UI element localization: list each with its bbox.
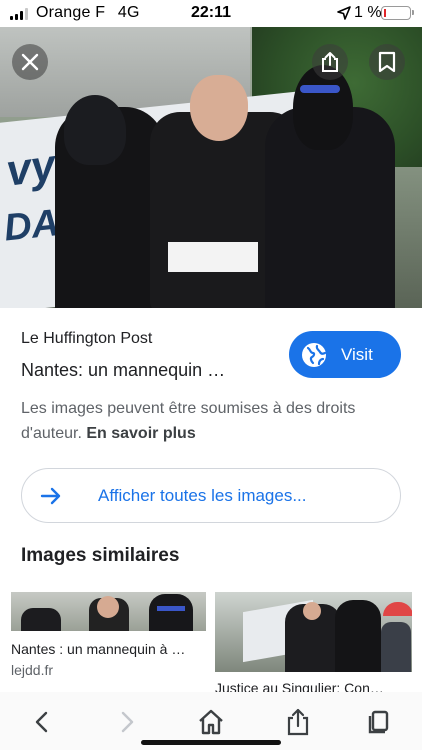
share-image-button[interactable] [312,44,348,80]
show-all-images-button[interactable]: Afficher toutes les images... [21,468,401,523]
globe-icon [302,342,327,367]
visit-button[interactable]: Visit [289,331,401,378]
home-indicator [141,740,281,745]
home-icon[interactable] [197,708,225,736]
similar-image-card[interactable]: Justice au Singulier: Con… [215,592,412,696]
share-icon [322,52,338,72]
show-all-images-label: Afficher toutes les images... [98,486,307,505]
status-bar: Orange F 4G 22:11 1 % [0,0,422,26]
forward-icon[interactable] [113,708,141,736]
close-button[interactable] [12,44,48,80]
copyright-notice: Les images peuvent être soumises à des d… [21,396,391,446]
result-title[interactable]: Nantes: un mannequin … [21,360,271,381]
similar-images-heading: Images similaires [21,545,180,566]
similar-image-thumbnail[interactable] [215,592,412,672]
battery-icon [381,6,414,20]
similar-image-thumbnail[interactable] [11,592,206,631]
similar-image-card[interactable]: Nantes : un mannequin à … lejdd.fr [11,592,206,678]
close-icon [21,53,39,71]
battery-percentage: 1 % [354,4,382,21]
learn-more-link[interactable]: En savoir plus [86,425,195,442]
arrow-right-icon [40,487,61,505]
save-image-button[interactable] [369,44,405,80]
visit-label: Visit [341,344,373,364]
tabs-icon[interactable] [366,708,394,736]
back-icon[interactable] [28,708,56,736]
similar-image-title[interactable]: Nantes : un mannequin à … [11,641,206,657]
bookmark-icon [378,51,396,73]
location-arrow-icon [337,6,351,20]
similar-image-site: lejdd.fr [11,662,54,678]
share-icon[interactable] [284,708,312,736]
source-site-name[interactable]: Le Huffington Post [21,330,152,348]
result-image[interactable]: vyrenn DANS [0,27,422,308]
